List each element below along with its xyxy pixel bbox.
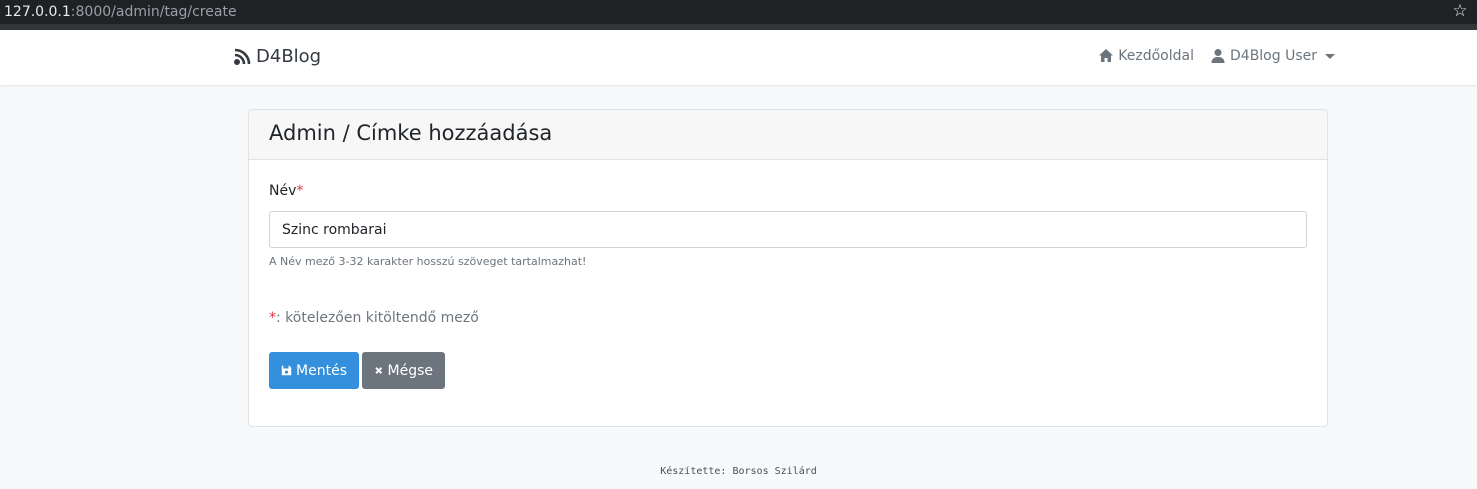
nav-home-link[interactable]: Kezdőoldal xyxy=(1098,48,1194,64)
user-icon xyxy=(1211,49,1225,63)
home-icon xyxy=(1099,49,1114,62)
address-bar[interactable]: 127.0.0.1:8000/admin/tag/create ☆ xyxy=(0,0,1477,24)
user-label: D4Blog User xyxy=(1230,48,1317,64)
name-input[interactable] xyxy=(269,211,1307,248)
name-label-text: Név xyxy=(269,183,297,199)
nav-right: Kezdőoldal D4Blog User xyxy=(1098,48,1335,64)
close-icon xyxy=(375,367,383,374)
browser-toolbar: 127.0.0.1:8000/admin/tag/create ☆ xyxy=(0,0,1477,30)
save-icon xyxy=(281,365,292,376)
form-buttons: Mentés Mégse xyxy=(269,352,445,389)
save-button[interactable]: Mentés xyxy=(269,352,359,389)
brand-link[interactable]: D4Blog xyxy=(232,46,321,67)
cancel-button[interactable]: Mégse xyxy=(362,352,445,389)
user-dropdown[interactable]: D4Blog User xyxy=(1210,48,1335,64)
url-text: 127.0.0.1:8000/admin/tag/create xyxy=(4,4,237,20)
navbar: D4Blog Kezdőoldal D4Blog User xyxy=(0,30,1477,85)
save-label: Mentés xyxy=(296,362,347,379)
rss-icon xyxy=(234,48,251,65)
card-title: Admin / Címke hozzáadása xyxy=(249,110,1327,160)
required-mark: * xyxy=(296,183,304,199)
cancel-label: Mégse xyxy=(387,362,434,379)
name-label: Név* xyxy=(269,183,303,199)
required-note-text: : kötelezően kitöltendő mező xyxy=(276,310,479,326)
caret-down-icon xyxy=(1325,53,1335,59)
url-path: :8000/admin/tag/create xyxy=(70,4,237,20)
brand-name: D4Blog xyxy=(256,46,322,67)
footer-credit: Készítette: Borsos Szilárd xyxy=(660,466,817,477)
required-note: *: kötelezően kitöltendő mező xyxy=(269,310,479,326)
nav-home-label: Kezdőoldal xyxy=(1118,48,1194,64)
create-tag-card: Admin / Címke hozzáadása Név* A Név mező… xyxy=(248,109,1328,427)
bookmark-star-icon[interactable]: ☆ xyxy=(1451,1,1469,21)
required-note-mark: * xyxy=(269,310,276,326)
name-help-text: A Név mező 3-32 karakter hosszú szöveget… xyxy=(269,255,587,268)
url-host: 127.0.0.1 xyxy=(4,4,71,20)
